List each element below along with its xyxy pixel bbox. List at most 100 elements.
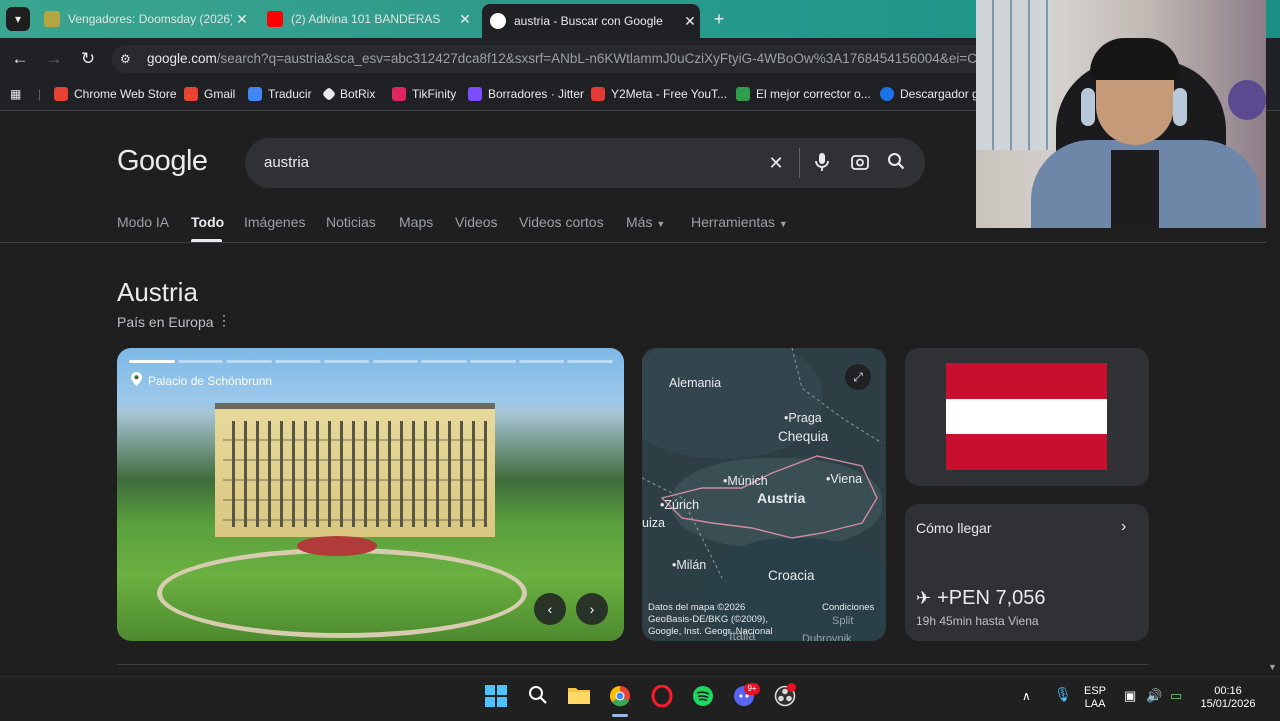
bookmark-divider: | [38, 87, 42, 101]
map-label-austria: Austria [757, 490, 806, 506]
search-divider [799, 148, 800, 178]
chevron-right-icon[interactable]: › [1121, 518, 1126, 536]
gmail-icon [184, 87, 198, 101]
person-shirt [1111, 150, 1159, 228]
tab-videos[interactable]: Videos [455, 214, 498, 230]
headphone-left [1081, 88, 1095, 126]
entity-subtitle: País en Europa [117, 314, 214, 330]
carousel-prev-button[interactable]: ‹ [534, 593, 566, 625]
flight-price: ✈ +PEN 7,056 [916, 587, 1046, 609]
photo-location[interactable]: Palacio de Schönbrunn [131, 372, 272, 389]
carousel-progress-segment [323, 360, 370, 363]
clock[interactable]: 00:16 15/01/2026 [1200, 685, 1256, 711]
close-icon[interactable]: ✕ [680, 13, 700, 30]
lens-camera-icon[interactable] [849, 152, 871, 174]
more-options-icon[interactable]: ⋮ [217, 312, 231, 329]
infinity-icon [880, 87, 894, 101]
austria-flag [946, 363, 1107, 470]
chrome-icon[interactable] [607, 685, 633, 711]
bookmark-gmail[interactable]: Gmail [184, 86, 235, 102]
caret-down-icon: ▼ [778, 219, 788, 229]
map-conditions-link[interactable]: Condiciones [822, 602, 874, 613]
microphone-icon[interactable]: 🎙 [1054, 687, 1072, 701]
bookmark-jitter[interactable]: Borradores · Jitter [468, 86, 584, 102]
recording-dot-icon [787, 683, 796, 692]
jitter-icon [468, 87, 482, 101]
scrollbar[interactable] [1266, 228, 1280, 676]
opera-icon[interactable] [649, 684, 675, 711]
carousel-progress-segment [177, 360, 224, 363]
volume-icon[interactable]: 🔊 [1146, 689, 1162, 702]
close-icon[interactable]: ✕ [455, 11, 475, 28]
google-logo[interactable]: Google [117, 145, 208, 178]
map-label-croacia: Croacia [768, 568, 815, 583]
favicon-icon [44, 11, 60, 27]
show-hidden-icons-chevron-icon[interactable]: ∧ [1022, 690, 1031, 703]
apps-grid-icon[interactable]: ▦ [10, 86, 21, 102]
bookmark-descargador[interactable]: Descargador gr [880, 86, 983, 102]
map-label-milan: •Milán [672, 558, 707, 572]
chevron-down-icon: ▾ [14, 12, 22, 26]
translate-icon [248, 87, 262, 101]
flight-duration: 19h 45min hasta Viena [916, 614, 1039, 628]
reload-icon[interactable]: ↻ [76, 47, 100, 71]
language-indicator[interactable]: ESP LAA [1084, 685, 1106, 711]
bookmark-corrector[interactable]: El mejor corrector o... [736, 86, 871, 102]
map-credit: Datos del mapa ©2026 GeoBasis-DE/BKG (©2… [648, 602, 773, 637]
tab-noticias[interactable]: Noticias [326, 214, 376, 230]
expand-map-icon[interactable]: ⤢ [845, 364, 871, 390]
carousel-progress-segment [518, 360, 565, 363]
clear-search-icon[interactable]: ✕ [765, 152, 787, 174]
tab-vengadores[interactable]: Vengadores: Doomsday (2026) ✕ [36, 5, 252, 33]
tab-adivina-banderas[interactable]: (2) Adivina 101 BANDERAS ✕ [259, 5, 475, 33]
map-label-praga: •Praga [784, 411, 822, 425]
new-tab-button[interactable]: + [707, 8, 731, 30]
tab-austria-search[interactable]: austria - Buscar con Google ✕ [482, 4, 700, 38]
search-icon[interactable] [885, 152, 907, 174]
tab-imagenes[interactable]: Imágenes [244, 214, 305, 230]
bookmark-chrome-web-store[interactable]: Chrome Web Store [54, 86, 177, 102]
spotify-icon[interactable] [690, 685, 716, 711]
scroll-down-arrow-icon[interactable]: ▼ [1268, 662, 1277, 672]
site-info-icon[interactable]: ⚙ [120, 52, 134, 66]
tab-mas[interactable]: Más ▼ [626, 214, 665, 230]
forward-arrow-icon[interactable]: → [42, 47, 66, 71]
person-hair [1090, 38, 1180, 80]
address-bar-url[interactable]: google.com/search?q=austria&sca_esv=abc3… [147, 51, 977, 66]
map-card[interactable]: Alemania •Praga Chequia •Múnich Austria … [642, 348, 886, 641]
flag-card[interactable] [905, 348, 1149, 486]
tab-herramientas[interactable]: Herramientas ▼ [691, 214, 788, 230]
flag-stripe-top [946, 363, 1107, 399]
carousel-progress-segment [129, 360, 175, 363]
plush-toy [1228, 80, 1266, 120]
bookmark-y2meta[interactable]: Y2Meta - Free YouT... [591, 86, 727, 102]
bookmark-botrix[interactable]: BotRix [321, 86, 375, 102]
bookmark-traducir[interactable]: Traducir [248, 86, 312, 102]
network-icon[interactable]: ▣ [1124, 689, 1136, 702]
bookmark-tikfinity[interactable]: TikFinity [392, 86, 456, 102]
microphone-icon[interactable] [811, 152, 833, 174]
back-arrow-icon[interactable]: ← [8, 47, 32, 71]
taskbar-search-icon[interactable] [525, 685, 551, 711]
chevron-left-icon: ‹ [547, 601, 553, 617]
photo-carousel[interactable]: Palacio de Schönbrunn ‹ › [117, 348, 624, 641]
tab-maps[interactable]: Maps [399, 214, 433, 230]
battery-icon[interactable]: ▭ [1170, 689, 1182, 702]
tab-modo-ia[interactable]: Modo IA [117, 214, 169, 230]
tab-videos-cortos[interactable]: Videos cortos [519, 214, 604, 230]
file-explorer-icon[interactable] [566, 685, 592, 711]
tikfinity-icon [392, 87, 406, 101]
flag-stripe-bottom [946, 434, 1107, 470]
carousel-progress-segment [567, 360, 613, 363]
map-label-chequia: Chequia [778, 429, 829, 444]
tab-todo[interactable]: Todo [191, 214, 224, 230]
corrector-icon [736, 87, 750, 101]
google-icon [490, 13, 506, 29]
carousel-next-button[interactable]: › [576, 593, 608, 625]
close-icon[interactable]: ✕ [232, 11, 252, 28]
windows-start-icon[interactable] [483, 685, 509, 711]
travel-card[interactable]: Cómo llegar › ✈ +PEN 7,056 19h 45min hast… [905, 504, 1149, 641]
search-input[interactable]: austria [264, 154, 309, 171]
caret-down-icon: ▼ [656, 219, 666, 229]
tab-search-button[interactable]: ▾ [6, 7, 30, 31]
